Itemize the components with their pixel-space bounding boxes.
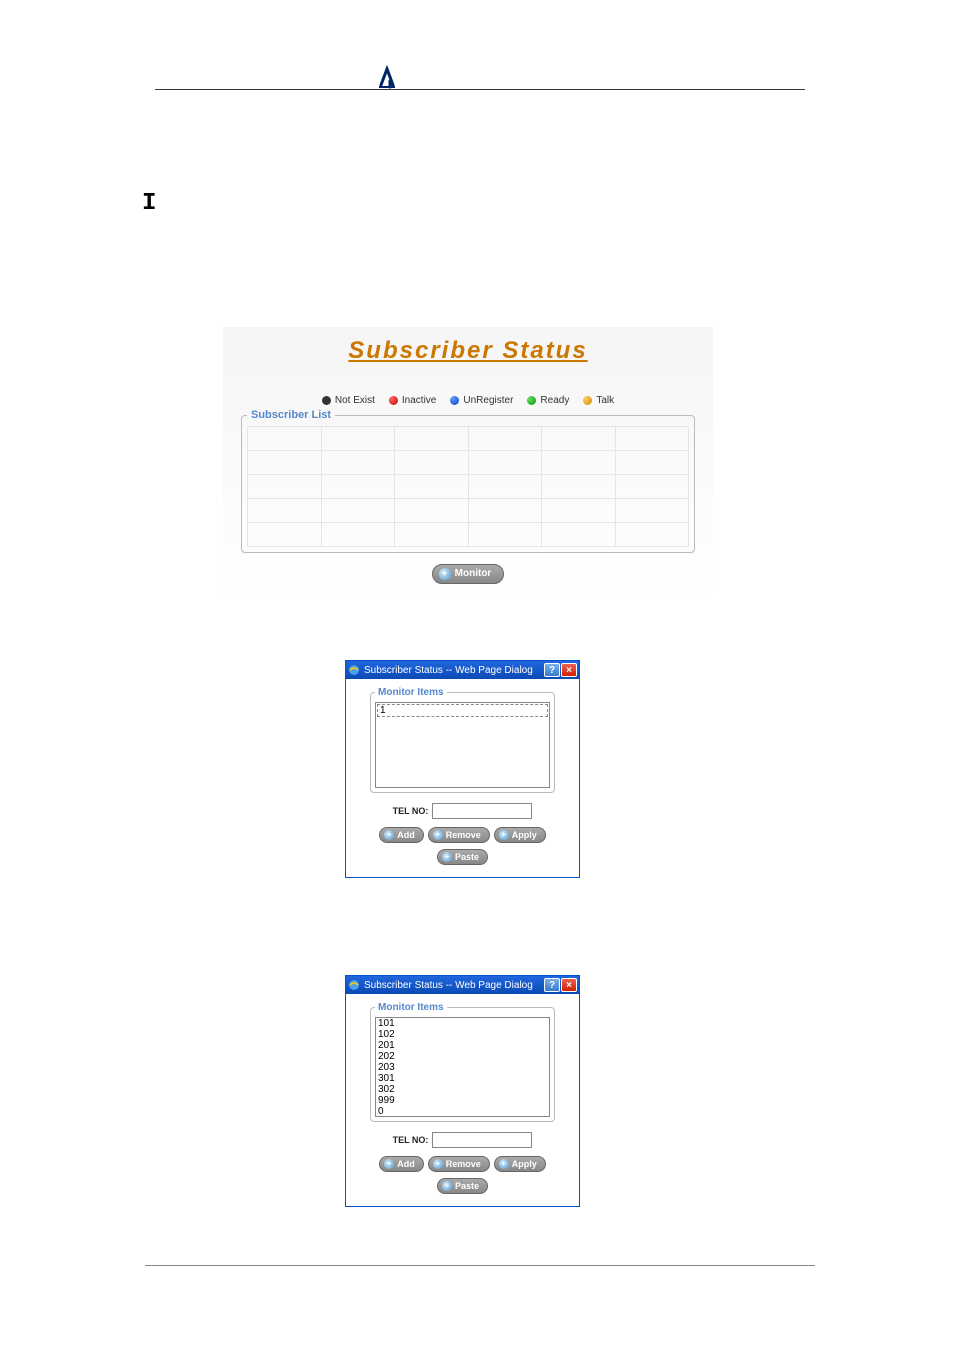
table-row — [248, 451, 689, 475]
plus-icon: + — [433, 830, 443, 840]
add-button[interactable]: +Add — [379, 1156, 424, 1172]
monitor-items-legend: Monitor Items — [375, 1002, 447, 1013]
list-item[interactable]: 302 — [376, 1084, 549, 1095]
list-item[interactable]: 201 — [376, 1040, 549, 1051]
list-item[interactable]: 301 — [376, 1073, 549, 1084]
tel-no-input[interactable] — [432, 803, 532, 819]
list-item[interactable]: 102 — [376, 1029, 549, 1040]
status-legend: Not Exist Inactive UnRegister Ready Talk — [223, 395, 713, 406]
legend-notexist-label: Not Exist — [335, 395, 375, 406]
page-title: Subscriber Status — [223, 337, 713, 365]
tel-no-label: TEL NO: — [393, 806, 429, 816]
paste-button[interactable]: +Paste — [437, 1178, 488, 1194]
monitor-items-listbox[interactable]: 1 — [375, 702, 550, 788]
plus-icon: + — [433, 1159, 443, 1169]
add-button[interactable]: +Add — [379, 827, 424, 843]
dialog-title: Subscriber Status -- Web Page Dialog — [364, 665, 544, 676]
dialog-title: Subscriber Status -- Web Page Dialog — [364, 980, 544, 991]
tel-no-input[interactable] — [432, 1132, 532, 1148]
subscriber-table — [247, 426, 689, 547]
subscriber-status-panel: Subscriber Status Not Exist Inactive UnR… — [223, 327, 713, 602]
legend-notexist: Not Exist — [322, 395, 375, 406]
plus-icon: + — [499, 1159, 509, 1169]
list-item[interactable]: 0 — [376, 1106, 549, 1117]
dialog-titlebar: Subscriber Status -- Web Page Dialog ? × — [346, 661, 579, 679]
subscriber-list-legend: Subscriber List — [247, 409, 335, 421]
list-item[interactable]: 203 — [376, 1062, 549, 1073]
legend-ready-label: Ready — [540, 395, 569, 406]
plus-icon: + — [384, 1159, 394, 1169]
apply-button[interactable]: +Apply — [494, 827, 546, 843]
i-mark: I — [142, 190, 156, 217]
monitor-button-label: Monitor — [455, 568, 492, 579]
monitor-items-fieldset: Monitor Items 1 — [370, 687, 555, 793]
dot-talk-icon — [583, 396, 592, 405]
legend-ready: Ready — [527, 395, 569, 406]
tel-no-label: TEL NO: — [393, 1135, 429, 1145]
plus-icon: + — [384, 830, 394, 840]
monitor-button[interactable]: + Monitor — [432, 564, 505, 584]
close-button[interactable]: × — [561, 663, 577, 677]
list-item[interactable]: 999 — [376, 1095, 549, 1106]
remove-button[interactable]: +Remove — [428, 827, 490, 843]
plus-icon: + — [439, 568, 451, 580]
subscriber-list-fieldset: Subscriber List — [241, 409, 695, 553]
dot-inactive-icon — [389, 396, 398, 405]
list-item[interactable]: 101 — [376, 1018, 549, 1029]
help-button[interactable]: ? — [544, 663, 560, 677]
logo-icon — [375, 65, 399, 89]
table-row — [248, 475, 689, 499]
legend-unregister: UnRegister — [450, 395, 513, 406]
remove-button[interactable]: +Remove — [428, 1156, 490, 1172]
dot-ready-icon — [527, 396, 536, 405]
legend-talk: Talk — [583, 395, 614, 406]
legend-unregister-label: UnRegister — [463, 395, 513, 406]
dialog-titlebar: Subscriber Status -- Web Page Dialog ? × — [346, 976, 579, 994]
close-button[interactable]: × — [561, 978, 577, 992]
legend-inactive-label: Inactive — [402, 395, 436, 406]
dot-notexist-icon — [322, 396, 331, 405]
dot-unregister-icon — [450, 396, 459, 405]
plus-icon: + — [442, 852, 452, 862]
plus-icon: + — [499, 830, 509, 840]
monitor-items-fieldset: Monitor Items 101 102 201 202 203 301 30… — [370, 1002, 555, 1122]
table-row — [248, 499, 689, 523]
table-row — [248, 523, 689, 547]
monitor-items-legend: Monitor Items — [375, 687, 447, 698]
ie-icon — [348, 979, 360, 991]
legend-talk-label: Talk — [596, 395, 614, 406]
list-item[interactable]: 202 — [376, 1051, 549, 1062]
header-divider — [155, 89, 805, 90]
monitor-items-listbox[interactable]: 101 102 201 202 203 301 302 999 0 1 — [375, 1017, 550, 1117]
legend-inactive: Inactive — [389, 395, 436, 406]
help-button[interactable]: ? — [544, 978, 560, 992]
monitor-dialog-empty: Subscriber Status -- Web Page Dialog ? ×… — [345, 660, 580, 878]
plus-icon: + — [442, 1181, 452, 1191]
monitor-dialog-filled: Subscriber Status -- Web Page Dialog ? ×… — [345, 975, 580, 1207]
table-row — [248, 427, 689, 451]
apply-button[interactable]: +Apply — [494, 1156, 546, 1172]
ie-icon — [348, 664, 360, 676]
list-item[interactable]: 1 — [377, 704, 548, 717]
footer-divider — [145, 1265, 815, 1266]
paste-button[interactable]: +Paste — [437, 849, 488, 865]
